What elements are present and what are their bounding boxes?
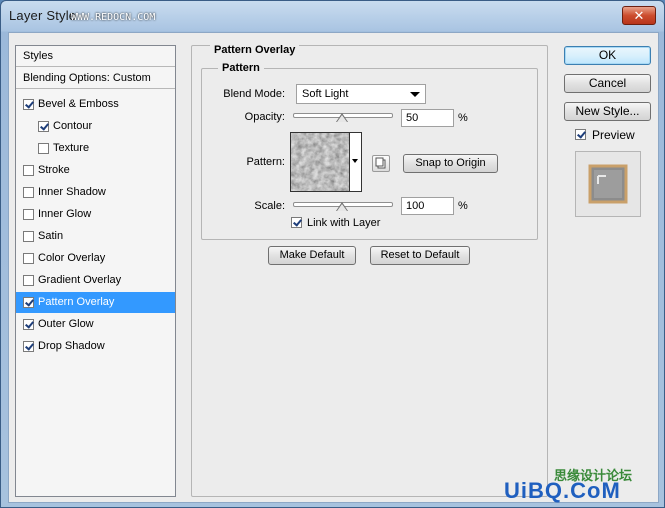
opacity-unit: % [458, 112, 468, 124]
pattern-swatch[interactable] [290, 132, 350, 192]
link-with-layer-label: Link with Layer [307, 217, 381, 229]
style-checkbox[interactable] [23, 99, 34, 110]
watermark-logo-en: UiBQ.CoM [504, 478, 621, 503]
new-preset-icon[interactable] [372, 155, 390, 172]
watermark-url: WWW.REDOCN.COM [71, 12, 156, 23]
style-item-drop-shadow[interactable]: Drop Shadow [16, 336, 175, 357]
snap-to-origin-button[interactable]: Snap to Origin [403, 154, 498, 173]
style-item-bevel-emboss[interactable]: Bevel & Emboss [16, 94, 175, 115]
blending-options-item[interactable]: Blending Options: Custom [16, 68, 175, 89]
style-item-gradient-overlay[interactable]: Gradient Overlay [16, 270, 175, 291]
opacity-label: Opacity: [244, 111, 285, 123]
style-item-stroke[interactable]: Stroke [16, 160, 175, 181]
scale-label: Scale: [254, 200, 285, 212]
scale-unit: % [458, 200, 468, 212]
preview-label: Preview [592, 128, 635, 142]
style-item-label: Texture [53, 142, 90, 154]
style-checkbox[interactable] [38, 121, 49, 132]
style-item-inner-shadow[interactable]: Inner Shadow [16, 182, 175, 203]
layer-style-dialog: Layer Style WWW.REDOCN.COM ✕ Styles Blen… [0, 0, 665, 508]
style-item-color-overlay[interactable]: Color Overlay [16, 248, 175, 269]
style-item-label: Drop Shadow [38, 340, 105, 352]
scale-input[interactable]: 100 [401, 197, 454, 215]
make-default-button[interactable]: Make Default [268, 246, 356, 265]
group-title: Pattern Overlay [210, 45, 300, 56]
styles-header[interactable]: Styles [16, 46, 175, 67]
reset-to-default-button[interactable]: Reset to Default [370, 246, 470, 265]
chevron-down-icon [410, 92, 420, 97]
page-icon [375, 157, 386, 169]
style-checkbox[interactable] [23, 209, 34, 220]
style-checkbox[interactable] [23, 253, 34, 264]
style-item-pattern-overlay[interactable]: Pattern Overlay [16, 292, 175, 313]
subgroup-title: Pattern [218, 63, 264, 74]
pattern-texture-icon [291, 133, 349, 191]
style-item-label: Inner Shadow [38, 186, 106, 198]
title-bar[interactable]: Layer Style WWW.REDOCN.COM ✕ [1, 1, 664, 31]
style-checkbox[interactable] [23, 187, 34, 198]
style-checkbox[interactable] [23, 297, 34, 308]
style-item-label: Outer Glow [38, 318, 94, 330]
style-item-inner-glow[interactable]: Inner Glow [16, 204, 175, 225]
cancel-button[interactable]: Cancel [564, 74, 651, 93]
dialog-title: Layer Style [9, 8, 77, 23]
style-preview [575, 151, 641, 217]
blend-mode-select[interactable]: Soft Light [296, 84, 426, 104]
style-item-label: Bevel & Emboss [38, 98, 119, 110]
blend-mode-label: Blend Mode: [223, 88, 285, 100]
opacity-input[interactable]: 50 [401, 109, 454, 127]
blend-mode-value: Soft Light [302, 88, 349, 100]
style-checkbox[interactable] [38, 143, 49, 154]
scale-slider-thumb[interactable] [336, 202, 348, 211]
style-checkbox[interactable] [23, 275, 34, 286]
dialog-body: Styles Blending Options: Custom Bevel & … [8, 32, 659, 503]
style-checkbox[interactable] [23, 319, 34, 330]
style-item-contour[interactable]: Contour [16, 116, 175, 137]
new-style-button[interactable]: New Style... [564, 102, 651, 121]
style-item-label: Satin [38, 230, 64, 242]
style-checkbox[interactable] [23, 165, 34, 176]
ok-button[interactable]: OK [564, 46, 651, 65]
style-item-label: Gradient Overlay [38, 274, 122, 286]
pattern-label: Pattern: [246, 156, 285, 168]
style-item-satin[interactable]: Satin [16, 226, 175, 247]
link-with-layer-checkbox[interactable] [291, 217, 302, 228]
styles-list: Styles Blending Options: Custom Bevel & … [15, 45, 176, 497]
style-item-label: Inner Glow [38, 208, 92, 220]
style-item-label: Stroke [38, 164, 70, 176]
style-checkbox[interactable] [23, 341, 34, 352]
style-item-label: Color Overlay [38, 252, 106, 264]
opacity-slider-thumb[interactable] [336, 113, 348, 122]
close-button[interactable]: ✕ [622, 6, 656, 25]
style-item-label: Pattern Overlay [38, 296, 115, 308]
style-checkbox[interactable] [23, 231, 34, 242]
style-item-label: Contour [53, 120, 93, 132]
preview-checkbox[interactable] [575, 129, 586, 140]
style-item-outer-glow[interactable]: Outer Glow [16, 314, 175, 335]
preview-thumbnail-icon [588, 164, 628, 204]
style-item-texture[interactable]: Texture [16, 138, 175, 159]
pattern-picker-arrow[interactable] [350, 132, 362, 192]
